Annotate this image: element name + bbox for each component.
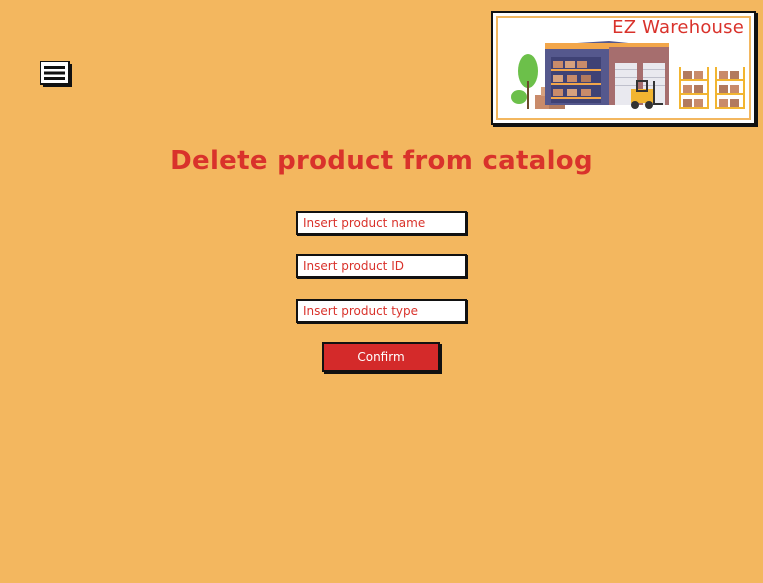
hamburger-menu-icon[interactable] xyxy=(39,60,74,89)
product-name-input[interactable] xyxy=(296,211,467,235)
warehouse-illustration xyxy=(511,41,745,109)
product-id-input[interactable] xyxy=(296,254,467,278)
brand-logo: EZ Warehouse xyxy=(491,11,756,125)
confirm-button[interactable]: Confirm xyxy=(322,342,440,372)
page-title: Delete product from catalog xyxy=(170,146,593,176)
product-type-input[interactable] xyxy=(296,299,467,323)
brand-title: EZ Warehouse xyxy=(612,17,744,38)
